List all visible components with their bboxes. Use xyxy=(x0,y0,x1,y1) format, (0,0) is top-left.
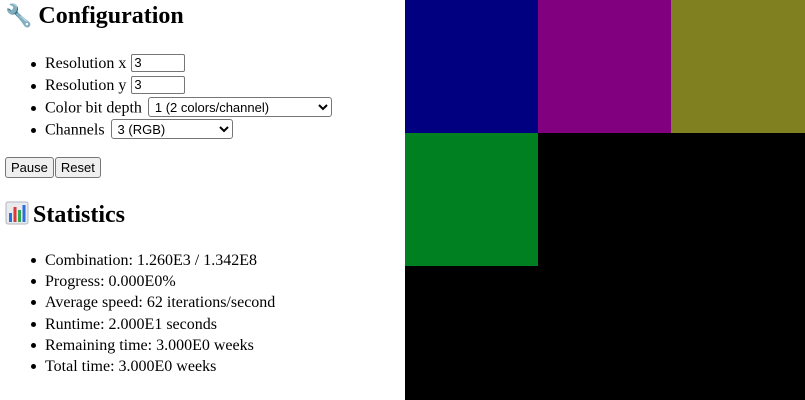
resolution-x-input[interactable] xyxy=(131,53,186,72)
wrench-icon: 🔧 xyxy=(5,4,33,29)
bar-chart-icon xyxy=(5,201,33,228)
pixel-cell xyxy=(405,133,538,266)
stat-remaining-time: Remaining time: 3.000E0 weeks xyxy=(30,335,275,356)
pixel-cell xyxy=(671,266,805,400)
pixel-cell xyxy=(405,0,538,133)
resolution-y-label: Resolution y xyxy=(45,77,127,94)
bit-depth-label: Color bit depth xyxy=(45,99,142,117)
bar-chart-icon-graphic xyxy=(5,201,29,225)
config-item-channels: Channels 3 (RGB) xyxy=(31,119,332,141)
statistics-heading-text: Statistics xyxy=(33,202,125,228)
pixel-grid xyxy=(405,0,805,400)
pixel-cell xyxy=(538,266,671,400)
bit-depth-select[interactable]: 1 (2 colors/channel) xyxy=(147,97,332,117)
pixel-cell xyxy=(538,0,671,133)
configuration-list: Resolution x Resolution y Color bit dept… xyxy=(31,53,332,141)
statistics-list: Combination: 1.260E3 / 1.342E8 Progress:… xyxy=(30,250,275,377)
stat-combination: Combination: 1.260E3 / 1.342E8 xyxy=(30,250,275,271)
pixel-cell xyxy=(671,0,805,133)
config-item-resolution-y: Resolution y xyxy=(31,75,332,97)
resolution-x-label: Resolution x xyxy=(45,55,127,72)
stat-progress: Progress: 0.000E0% xyxy=(30,271,275,292)
control-buttons: Pause Reset xyxy=(5,157,102,178)
stat-runtime: Runtime: 2.000E1 seconds xyxy=(30,314,275,335)
pixel-cell xyxy=(405,266,538,400)
pause-button[interactable]: Pause xyxy=(5,157,54,178)
pixel-cell xyxy=(671,133,805,266)
configuration-heading: 🔧 Configuration xyxy=(5,1,184,32)
channels-label: Channels xyxy=(45,121,105,139)
pixel-canvas xyxy=(405,0,805,400)
stat-average-speed: Average speed: 62 iterations/second xyxy=(30,292,275,313)
config-item-resolution-x: Resolution x xyxy=(31,53,332,75)
configuration-heading-text: Configuration xyxy=(38,3,184,29)
stat-total-time: Total time: 3.000E0 weeks xyxy=(30,356,275,377)
pixel-cell xyxy=(538,133,671,266)
channels-select[interactable]: 3 (RGB) xyxy=(110,119,233,139)
reset-button[interactable]: Reset xyxy=(54,157,101,178)
resolution-y-input[interactable] xyxy=(131,75,186,94)
page: 🔧 Configuration Resolution x Resolution … xyxy=(0,0,805,400)
config-item-bit-depth: Color bit depth 1 (2 colors/channel) xyxy=(31,97,332,119)
statistics-heading: Statistics xyxy=(5,200,125,231)
control-panel: 🔧 Configuration Resolution x Resolution … xyxy=(0,0,405,400)
